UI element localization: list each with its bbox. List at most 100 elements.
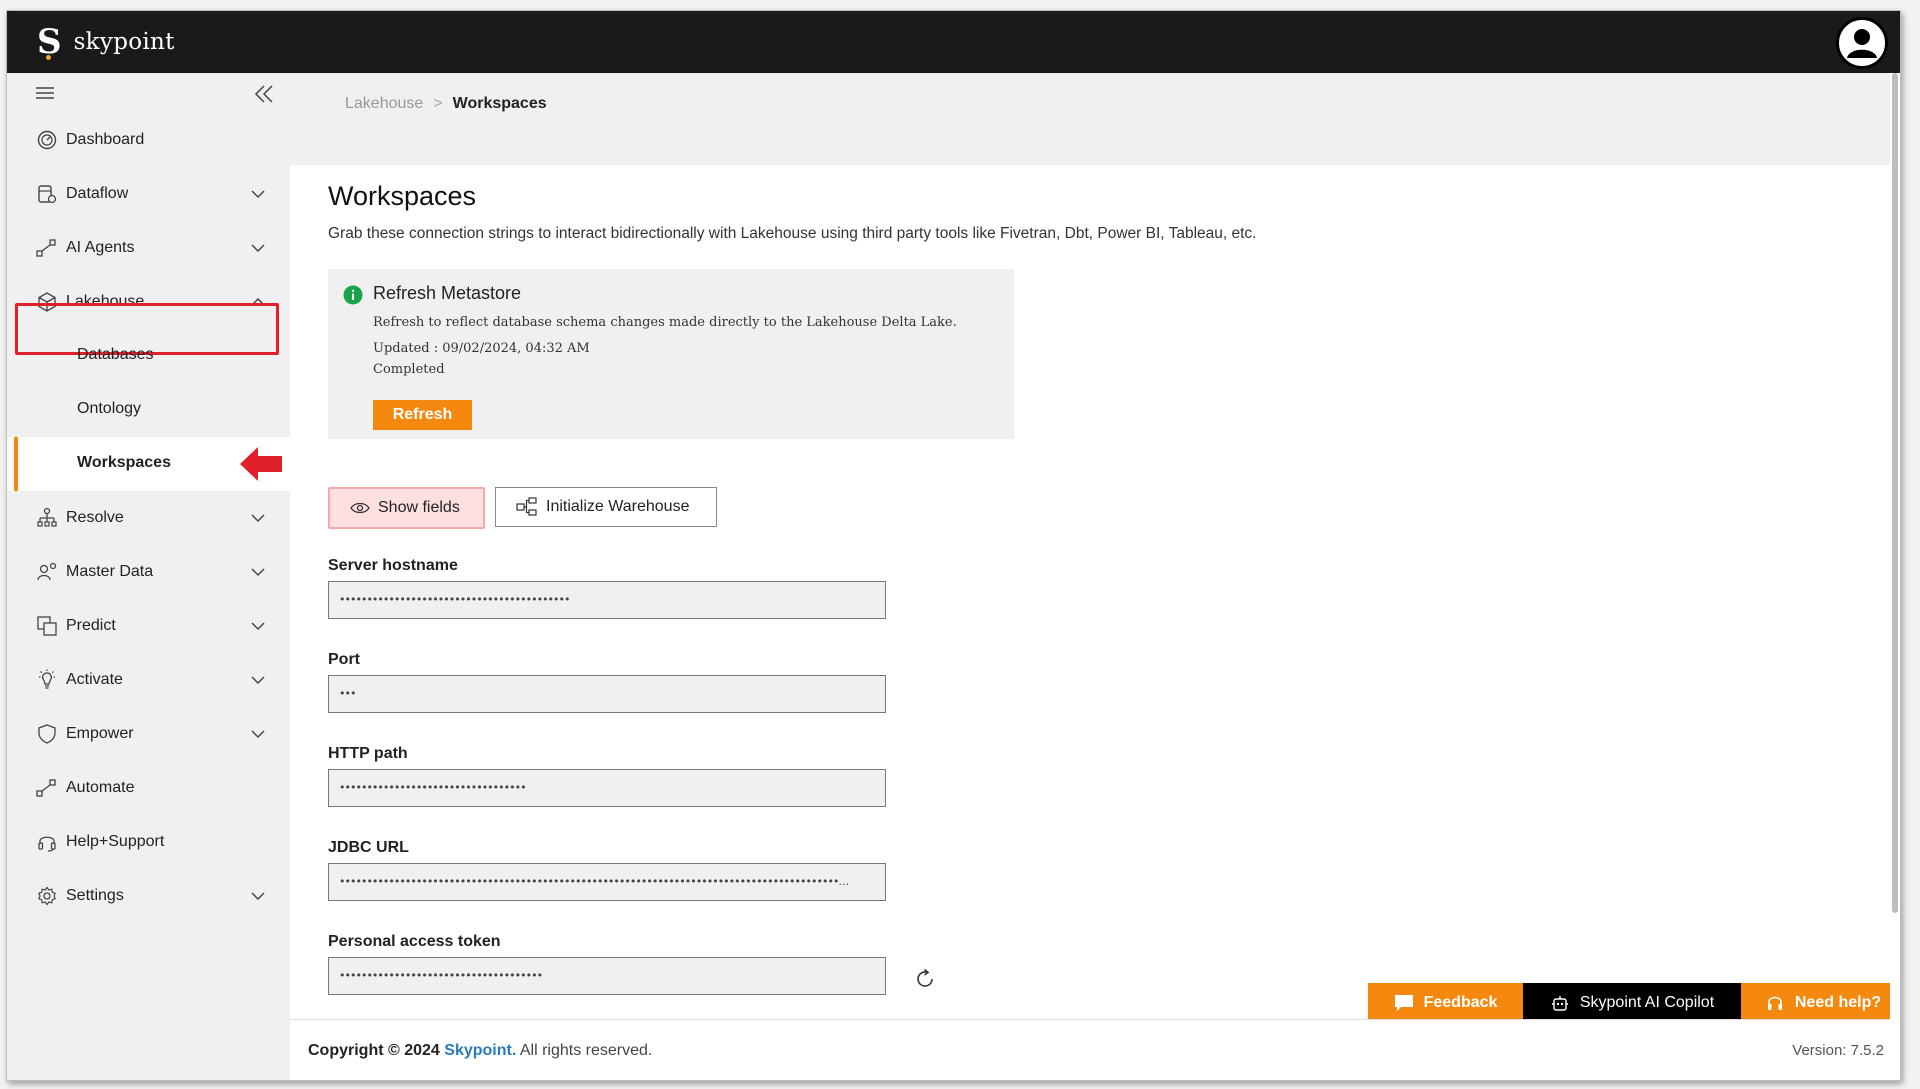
robot-icon	[1551, 996, 1568, 1011]
token-field[interactable]: •••••••••••••••••••••••••••••••••••••	[328, 957, 886, 995]
updated-timestamp: Updated : 09/02/2024, 04:32 AM	[373, 341, 590, 356]
sidebar-item-dataflow[interactable]: Dataflow	[7, 167, 290, 221]
sidebar-item-label: Empower	[66, 725, 134, 742]
dataflow-icon	[38, 185, 57, 204]
sidebar-item-settings[interactable]: Settings	[7, 869, 290, 923]
sidebar-item-master-data[interactable]: Master Data	[7, 545, 290, 599]
regenerate-icon[interactable]	[913, 967, 937, 991]
chevron-down-icon	[251, 568, 265, 577]
sidebar-item-predict[interactable]: Predict	[7, 599, 290, 653]
collapse-sidebar-icon[interactable]	[253, 84, 275, 104]
feedback-label: Feedback	[1423, 994, 1498, 1011]
refresh-button[interactable]: Refresh	[373, 400, 472, 430]
sidebar-item-label: Help+Support	[66, 833, 165, 850]
copilot-label: Skypoint AI Copilot	[1579, 994, 1715, 1011]
copyright-prefix: Copyright © 2024	[308, 1042, 445, 1059]
footer: Copyright © 2024 Skypoint. All rights re…	[290, 1020, 1900, 1080]
active-indicator	[14, 437, 18, 491]
dashboard-icon	[37, 130, 57, 150]
sidebar-item-dashboard[interactable]: Dashboard	[7, 113, 290, 167]
user-icon	[1847, 29, 1877, 58]
http-path-label: HTTP path	[328, 745, 408, 762]
refresh-status: Completed	[373, 362, 445, 377]
sidebar-item-resolve[interactable]: Resolve	[7, 491, 290, 545]
sidebar-item-ai-agents[interactable]: AI Agents	[7, 221, 290, 275]
main-content: Lakehouse > Workspaces Workspaces Grab t…	[290, 73, 1900, 1080]
sidebar-subitem-label: Workspaces	[77, 454, 171, 471]
app-version: Version: 7.5.2	[1792, 1042, 1884, 1059]
sidebar-item-help-support[interactable]: Help+Support	[7, 815, 290, 869]
breadcrumb: Lakehouse > Workspaces	[345, 95, 547, 113]
warehouse-icon	[516, 497, 537, 516]
sidebar-item-label: Settings	[66, 887, 124, 904]
sidebar-item-label: Master Data	[66, 563, 154, 580]
server-hostname-label: Server hostname	[328, 557, 458, 574]
app-window: S skypoint Dashboard Dataflow AI Agents …	[6, 10, 1901, 1081]
sidebar-item-label: Dashboard	[66, 131, 145, 148]
chevron-down-icon	[251, 622, 265, 631]
refresh-metastore-card: Refresh Metastore Refresh to reflect dat…	[328, 269, 1014, 439]
headset-icon	[38, 836, 56, 852]
logo-dot	[46, 55, 51, 60]
sidebar-subitem-label: Databases	[77, 346, 154, 363]
initialize-warehouse-button[interactable]: Initialize Warehouse	[495, 487, 717, 527]
ai-agents-icon	[36, 239, 56, 257]
app-logo[interactable]: S skypoint	[37, 22, 175, 62]
card-title: Refresh Metastore	[373, 283, 522, 303]
logo-text: skypoint	[73, 29, 175, 55]
breadcrumb-bar: Lakehouse > Workspaces	[290, 73, 1900, 165]
top-bar: S skypoint	[7, 11, 1900, 73]
gear-icon	[37, 886, 57, 906]
need-help-button[interactable]: Need help?	[1741, 983, 1900, 1023]
breadcrumb-lakehouse[interactable]: Lakehouse	[345, 95, 423, 113]
http-path-field[interactable]: ••••••••••••••••••••••••••••••••••	[328, 769, 886, 807]
sidebar-item-label: AI Agents	[66, 239, 135, 256]
token-label: Personal access token	[328, 933, 501, 950]
sidebar-item-label: Resolve	[66, 509, 124, 526]
port-field[interactable]: •••	[328, 675, 886, 713]
card-description: Refresh to reflect database schema chang…	[373, 315, 957, 330]
chevron-down-icon	[251, 676, 265, 685]
resolve-icon	[37, 507, 57, 527]
breadcrumb-current: Workspaces	[452, 95, 547, 112]
chevron-down-icon	[251, 730, 265, 739]
sidebar-item-label: Predict	[66, 617, 116, 634]
server-hostname-field[interactable]: ••••••••••••••••••••••••••••••••••••••••…	[328, 581, 886, 619]
sidebar-subitem-databases[interactable]: Databases	[7, 329, 290, 383]
sidebar-item-label: Activate	[66, 671, 123, 688]
chevron-down-icon	[251, 244, 265, 253]
sidebar-item-automate[interactable]: Automate	[7, 761, 290, 815]
hamburger-icon[interactable]	[35, 85, 55, 101]
user-avatar[interactable]	[1836, 17, 1888, 69]
show-fields-label: Show fields	[378, 499, 460, 516]
scrollbar[interactable]	[1890, 73, 1900, 1080]
initialize-warehouse-label: Initialize Warehouse	[546, 498, 690, 515]
copilot-button[interactable]: Skypoint AI Copilot	[1523, 983, 1741, 1023]
sidebar: Dashboard Dataflow AI Agents Lakehouse D…	[7, 73, 290, 1080]
breadcrumb-separator: >	[433, 95, 443, 112]
bulb-icon	[39, 669, 55, 689]
red-arrow-icon	[240, 447, 282, 481]
sidebar-subitem-label: Ontology	[77, 400, 142, 417]
sidebar-item-activate[interactable]: Activate	[7, 653, 290, 707]
predict-icon	[37, 616, 57, 636]
copyright-suffix: All rights reserved.	[516, 1042, 653, 1059]
need-help-label: Need help?	[1794, 994, 1882, 1011]
sidebar-item-empower[interactable]: Empower	[7, 707, 290, 761]
chevron-down-icon	[251, 892, 265, 901]
chevron-down-icon	[251, 190, 265, 199]
jdbc-url-field[interactable]: ••••••••••••••••••••••••••••••••••••••••…	[328, 863, 886, 901]
port-label: Port	[328, 651, 360, 668]
sidebar-item-label: Automate	[66, 779, 135, 796]
master-data-icon	[37, 562, 57, 581]
automate-icon	[36, 779, 56, 797]
sidebar-subitem-ontology[interactable]: Ontology	[7, 383, 290, 437]
page-title: Workspaces	[328, 181, 477, 211]
show-fields-button[interactable]: Show fields	[328, 487, 485, 529]
scrollbar-thumb[interactable]	[1892, 73, 1898, 913]
page-description: Grab these connection strings to interac…	[328, 225, 1257, 242]
feedback-button[interactable]: Feedback	[1368, 983, 1523, 1023]
copyright: Copyright © 2024 Skypoint. All rights re…	[308, 1042, 652, 1060]
footer-brand-link[interactable]: Skypoint.	[444, 1042, 516, 1059]
chat-icon	[1394, 995, 1413, 1011]
